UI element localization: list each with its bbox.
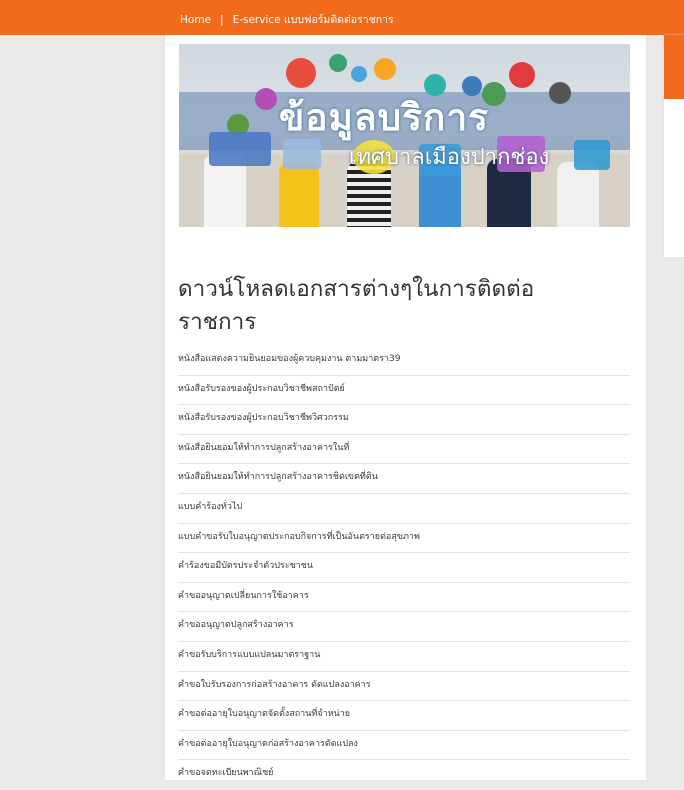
document-link[interactable]: คำขอจดทะเบียนพาณิชย์	[178, 760, 630, 790]
music-icon	[255, 88, 277, 110]
wifi-icon	[329, 54, 347, 72]
service-info-banner: ข้อมูลบริการ เทศบาลเมืองปากช่อง	[179, 44, 630, 227]
document-link[interactable]: คำขออนุญาตเปลี่ยนการใช้อาคาร	[178, 583, 630, 613]
document-download-list: หนังสือแสดงความยินยอมของผู้ควบคุมงาน ตาม…	[178, 346, 630, 790]
document-link[interactable]: คำขอต่ออายุใบอนุญาตจัดตั้งสถานที่จำหน่าย	[178, 701, 630, 731]
document-link[interactable]: หนังสือรับรองของผู้ประกอบวิชาชีพวิศวกรรม	[178, 405, 630, 435]
person-figure	[557, 162, 599, 227]
cart-icon	[374, 58, 396, 80]
document-link[interactable]: คำขอรับบริการแบบแปลนมาตราฐาน	[178, 642, 630, 672]
top-navigation-bar: Home | E-service แบบฟอร์มติดต่อราชการ	[0, 0, 684, 35]
page-title: ดาวน์โหลดเอกสารต่างๆในการติดต่อราชการ	[178, 276, 535, 335]
speech-card	[574, 140, 610, 170]
speech-card	[209, 132, 271, 166]
document-link[interactable]: คำขอใบรับรองการก่อสร้างอาคาร ดัดแปลงอาคา…	[178, 672, 630, 702]
document-link[interactable]: คำร้องขอมีบัตรประจำตัวประชาชน	[178, 553, 630, 583]
document-link[interactable]: คำขออนุญาตปลูกสร้างอาคาร	[178, 612, 630, 642]
email-icon	[351, 66, 367, 82]
breadcrumb: Home | E-service แบบฟอร์มติดต่อราชการ	[180, 11, 394, 28]
document-link[interactable]: คำขอต่ออายุใบอนุญาตก่อสร้างอาคารดัดแปลง	[178, 731, 630, 761]
document-link[interactable]: หนังสือแสดงความยินยอมของผู้ควบคุมงาน ตาม…	[178, 346, 630, 376]
breadcrumb-home-link[interactable]: Home	[180, 14, 211, 26]
breadcrumb-separator: |	[220, 14, 224, 26]
document-link[interactable]: แบบคำขอรับใบอนุญาตประกอบกิจการที่เป็นอัน…	[178, 524, 630, 554]
document-link[interactable]: หนังสือรับรองของผู้ประกอบวิชาชีพสถาปัตย์	[178, 376, 630, 406]
chat-bubble-icon	[286, 58, 316, 88]
phone-icon	[509, 62, 535, 88]
camera-icon	[549, 82, 571, 104]
document-link[interactable]: หนังสือยินยอมให้ทำการปลูกสร้างอาคารในที่	[178, 435, 630, 465]
document-link[interactable]: หนังสือยินยอมให้ทำการปลูกสร้างอาคารชิดเข…	[178, 464, 630, 494]
breadcrumb-current-link[interactable]: E-service แบบฟอร์มติดต่อราชการ	[233, 14, 394, 26]
side-tab[interactable]	[664, 35, 684, 99]
banner-subtitle: เทศบาลเมืองปากช่อง	[349, 145, 550, 170]
document-link[interactable]: แบบคำร้องทั่วไป	[178, 494, 630, 524]
person-figure	[279, 162, 319, 227]
